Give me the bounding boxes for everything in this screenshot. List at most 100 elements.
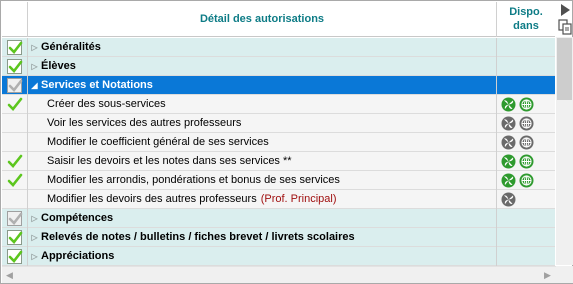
expand-triangle-icon[interactable]: ▷: [30, 228, 39, 247]
label-cell[interactable]: ▷ Appréciations: [28, 247, 497, 266]
row-label: Services et Notations: [41, 79, 153, 91]
checked-checkbox-icon[interactable]: [7, 230, 23, 245]
checkmark-icon[interactable]: [7, 154, 23, 169]
scroll-right-arrow-icon[interactable]: ▶: [544, 270, 551, 281]
dispo-cell: [497, 76, 555, 95]
horizontal-scrollbar[interactable]: ◀ ▶: [2, 266, 556, 283]
check-cell[interactable]: [2, 228, 28, 247]
dispo-cell: [497, 114, 555, 133]
web-access-icon[interactable]: [519, 116, 534, 131]
authorizations-panel: Détail des autorisations Dispo. dans ▷ Gé…: [0, 0, 573, 284]
check-cell[interactable]: [2, 133, 28, 152]
permission-row[interactable]: Modifier les devoirs des autres professe…: [2, 190, 555, 209]
permission-row[interactable]: Créer des sous-services: [2, 95, 555, 114]
scroll-left-arrow-icon[interactable]: ◀: [6, 270, 13, 281]
row-label: Modifier le coefficient général de ses s…: [47, 136, 269, 148]
check-cell[interactable]: [2, 152, 28, 171]
category-row[interactable]: ▷ Élèves: [2, 57, 555, 76]
label-cell[interactable]: ▷ Généralités: [28, 38, 497, 57]
dispo-cell: [497, 95, 555, 114]
expand-triangle-icon[interactable]: ▷: [30, 209, 39, 228]
row-label: Modifier les devoirs des autres professe…: [47, 193, 257, 205]
header-dispo-line1: Dispo.: [509, 6, 543, 18]
row-label: Voir les services des autres professeurs: [47, 117, 242, 129]
dispo-cell: [497, 171, 555, 190]
expand-triangle-icon[interactable]: ▷: [30, 247, 39, 266]
dispo-cell: [497, 133, 555, 152]
scrollbar-thumb[interactable]: [557, 38, 572, 100]
row-label: Saisir les devoirs et les notes dans ses…: [47, 155, 292, 167]
label-cell[interactable]: ▷ Relevés de notes / bulletins / fiches b…: [28, 228, 497, 247]
category-row[interactable]: ▷ Généralités: [2, 38, 555, 57]
check-cell[interactable]: [2, 247, 28, 266]
label-cell[interactable]: Modifier le coefficient général de ses s…: [28, 133, 497, 152]
label-cell[interactable]: Voir les services des autres professeurs: [28, 114, 497, 133]
checked-checkbox-icon[interactable]: [7, 249, 23, 264]
checkmark-icon[interactable]: [7, 97, 23, 112]
label-cell[interactable]: Modifier les arrondis, pondérations et b…: [28, 171, 497, 190]
espace-access-icon[interactable]: [501, 192, 516, 207]
expand-triangle-icon[interactable]: ▷: [30, 57, 39, 76]
web-access-icon[interactable]: [519, 154, 534, 169]
permission-row[interactable]: Modifier le coefficient général de ses s…: [2, 133, 555, 152]
header-title[interactable]: Détail des autorisations: [28, 2, 497, 37]
espace-access-icon[interactable]: [501, 116, 516, 131]
authorizations-list: ▷ Généralités ▷ Élèves ◢ Services et Notation…: [2, 38, 555, 266]
row-label: Relevés de notes / bulletins / fiches br…: [41, 231, 355, 243]
header-dispo[interactable]: Dispo. dans: [497, 5, 555, 33]
espace-access-icon[interactable]: [501, 154, 516, 169]
dispo-cell: [497, 247, 555, 266]
category-row[interactable]: ▷ Compétences: [2, 209, 555, 228]
checked-checkbox-icon[interactable]: [7, 40, 23, 55]
dispo-cell: [497, 209, 555, 228]
row-label: Appréciations: [41, 250, 115, 262]
check-cell[interactable]: [2, 95, 28, 114]
check-cell[interactable]: [2, 114, 28, 133]
label-cell[interactable]: ▷ Élèves: [28, 57, 497, 76]
scroll-corner: [556, 266, 573, 283]
permission-row[interactable]: Voir les services des autres professeurs: [2, 114, 555, 133]
check-cell[interactable]: [2, 209, 28, 228]
permission-row[interactable]: Saisir les devoirs et les notes dans ses…: [2, 152, 555, 171]
dispo-cell: [497, 57, 555, 76]
espace-access-icon[interactable]: [501, 135, 516, 150]
header-dispo-line2: dans: [513, 20, 539, 32]
check-cell[interactable]: [2, 57, 28, 76]
category-row[interactable]: ▷ Relevés de notes / bulletins / fiches b…: [2, 228, 555, 247]
espace-access-icon[interactable]: [501, 97, 516, 112]
label-cell[interactable]: ▷ Compétences: [28, 209, 497, 228]
check-cell[interactable]: [2, 38, 28, 57]
category-row[interactable]: ◢ Services et Notations: [2, 76, 555, 95]
permission-row[interactable]: Modifier les arrondis, pondérations et b…: [2, 171, 555, 190]
check-cell[interactable]: [2, 190, 28, 209]
partial-checkbox-icon[interactable]: [7, 78, 23, 93]
dispo-cell: [497, 190, 555, 209]
vertical-scrollbar[interactable]: [556, 37, 573, 265]
checkmark-icon[interactable]: [7, 173, 23, 188]
label-cell[interactable]: Modifier les devoirs des autres professe…: [28, 190, 497, 209]
checked-checkbox-icon[interactable]: [7, 59, 23, 74]
row-label: Compétences: [41, 212, 114, 224]
label-cell[interactable]: Saisir les devoirs et les notes dans ses…: [28, 152, 497, 171]
copy-icon[interactable]: [557, 19, 573, 35]
dispo-cell: [497, 152, 555, 171]
web-access-icon[interactable]: [519, 97, 534, 112]
table-header: Détail des autorisations Dispo. dans: [2, 2, 555, 37]
header-check-column: [2, 2, 28, 37]
espace-access-icon[interactable]: [501, 173, 516, 188]
label-cell[interactable]: Créer des sous-services: [28, 95, 497, 114]
row-label: Élèves: [41, 60, 76, 72]
web-access-icon[interactable]: [519, 135, 534, 150]
row-label: Modifier les arrondis, pondérations et b…: [47, 174, 340, 186]
check-cell[interactable]: [2, 171, 28, 190]
label-cell[interactable]: ◢ Services et Notations: [28, 76, 497, 95]
partial-checkbox-icon[interactable]: [7, 211, 23, 226]
check-cell[interactable]: [2, 76, 28, 95]
category-row[interactable]: ▷ Appréciations: [2, 247, 555, 266]
collapse-triangle-icon[interactable]: ◢: [30, 76, 39, 95]
web-access-icon[interactable]: [519, 173, 534, 188]
row-label: Créer des sous-services: [47, 98, 166, 110]
expand-triangle-icon[interactable]: ▷: [30, 38, 39, 57]
play-icon[interactable]: [557, 3, 573, 17]
row-note: (Prof. Principal): [260, 193, 337, 205]
